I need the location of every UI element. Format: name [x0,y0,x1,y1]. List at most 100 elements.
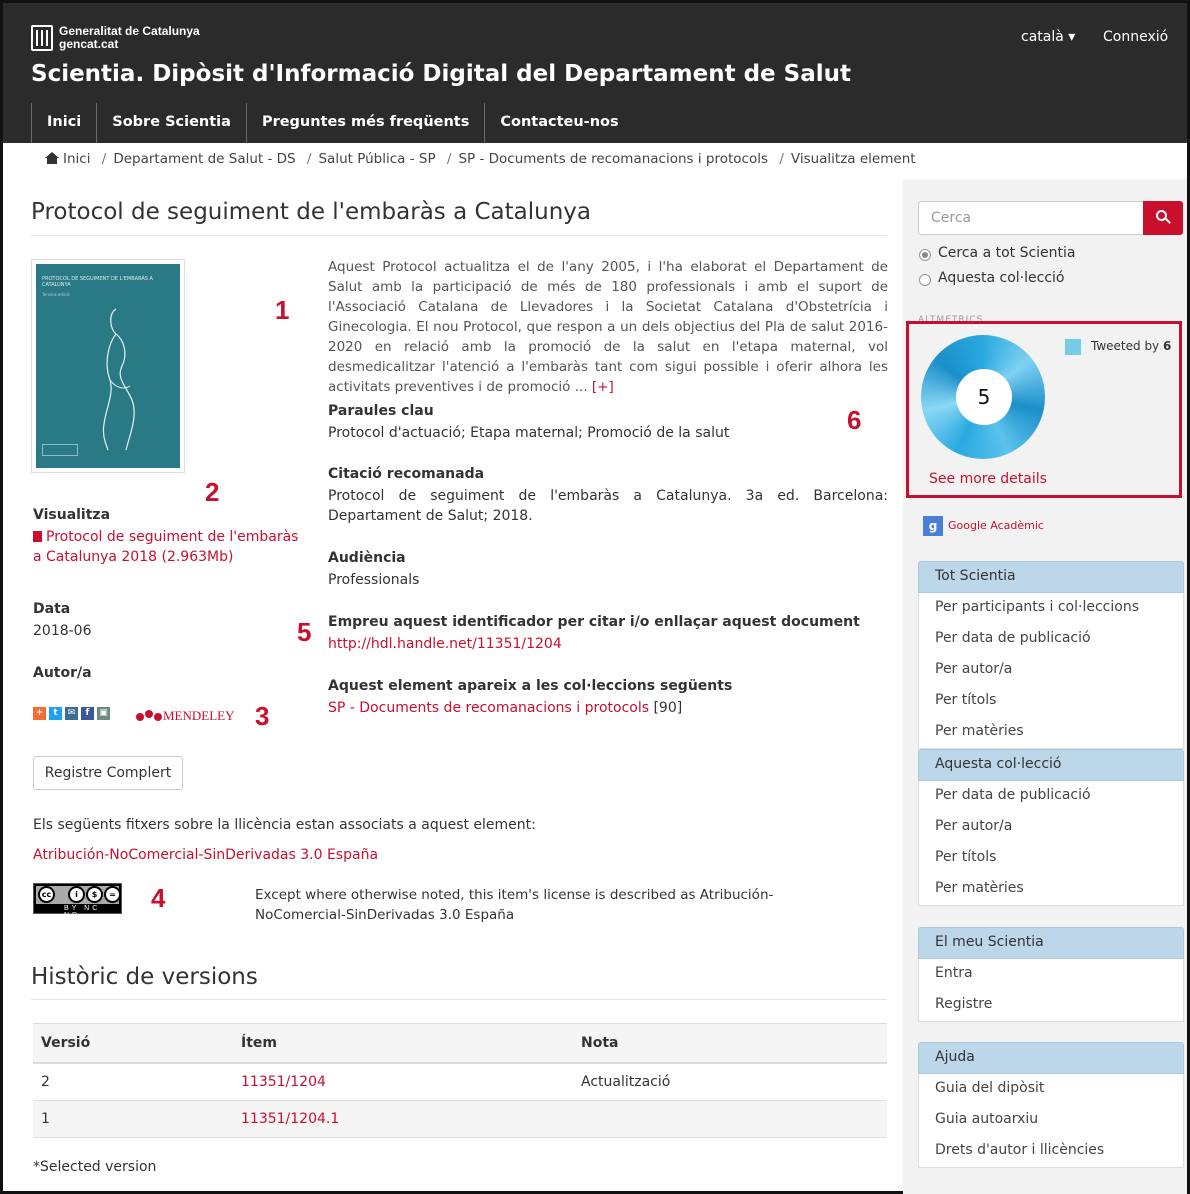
marker-3: 3 [255,701,270,731]
column-header-note: Nota [573,1023,887,1064]
language-dropdown[interactable]: català ▾ [1021,29,1075,45]
breadcrumb-current: Visualitza element [790,151,916,167]
abstract: Aquest Protocol actualitza el de l'any 2… [328,257,888,397]
panel-item-participants[interactable]: Per participants i col·leccions [918,593,1184,625]
panel-item-register[interactable]: Registre [918,990,1184,1022]
search-input[interactable]: Cerca [918,201,1144,235]
nav-contact[interactable]: Contacteu-nos [484,103,633,143]
license-note-line2: NoComercial-SinDerivadas 3.0 España [255,907,515,923]
license-link[interactable]: Atribución-NoComercial-SinDerivadas 3.0 … [33,845,378,865]
row-item-link[interactable]: 11351/1204.1 [233,1100,573,1138]
breadcrumb-public-health[interactable]: Salut Pública - SP [318,151,435,167]
collection-link[interactable]: SP - Documents de recomanacions i protoc… [328,700,649,716]
marker-2: 2 [205,477,220,507]
keywords-value: Protocol d'actuació; Etapa maternal; Pro… [328,425,730,441]
see-more-details-link[interactable]: See more details [929,471,1047,487]
cover-image: PROTOCOL DE SEGUIMENT DE L'EMBARÀS A CAT… [36,264,180,468]
column-header-item: Ítem [233,1023,573,1064]
panel-item-author[interactable]: Per autor/a [918,655,1184,687]
panel-item-repo-guide[interactable]: Guia del dipòsit [918,1074,1184,1106]
page-title: Protocol de seguiment de l'embaràs a Cat… [31,199,592,225]
twitter-icon[interactable]: t [49,707,62,720]
keywords-label: Paraules clau [328,403,434,419]
versions-table: Versió Ítem Nota 2 11351/1204 Actualitza… [33,1023,887,1138]
file-link-line2: a Catalunya 2018 (2.963Mb) [33,549,234,565]
breadcrumb: Inici / Departament de Salut - DS / Salut … [45,151,916,167]
panel-item-collection-author[interactable]: Per autor/a [918,812,1184,844]
org-name-line2: gencat.cat [59,37,119,51]
share-plus-icon[interactable]: + [33,707,46,720]
panel-item-titles[interactable]: Per títols [918,686,1184,718]
tweeted-count: 6 [1163,339,1172,353]
panel-item-collection-date[interactable]: Per data de publicació [918,781,1184,813]
panel-item-collection-titles[interactable]: Per títols [918,843,1184,875]
facebook-icon[interactable]: f [81,707,94,720]
collection-entry: SP - Documents de recomanacions i protoc… [328,698,682,718]
scope-collection-radio[interactable] [919,274,931,286]
marker-5: 5 [297,617,312,647]
license-intro: Els següents fitxers sobre la llicència … [33,817,536,833]
table-row: 2 11351/1204 Actualització [33,1063,887,1101]
panel-item-subjects[interactable]: Per matèries [918,717,1184,749]
breadcrumb-home[interactable]: Inici [63,151,90,167]
item-link[interactable]: 11351/1204 [241,1074,326,1090]
login-link[interactable]: Connexió [1103,29,1168,45]
print-icon[interactable]: ▣ [97,707,110,720]
versions-divider [31,999,887,1000]
cover-title: PROTOCOL DE SEGUIMENT DE L'EMBARÀS A CAT… [42,276,153,288]
date-label: Data [33,601,71,617]
nav-about[interactable]: Sobre Scientia [96,103,246,143]
marker-4: 4 [151,883,166,913]
handle-link[interactable]: http://hdl.handle.net/11351/1204 [328,634,562,654]
mendeley-button[interactable]: MENDELEY [135,707,235,724]
row-note [573,1100,887,1138]
abstract-more-link[interactable]: [+] [592,379,614,395]
title-divider [31,235,887,236]
breadcrumb-collection[interactable]: SP - Documents de recomanacions i protoc… [458,151,768,167]
breadcrumb-department[interactable]: Departament de Salut - DS [113,151,295,167]
panel-item-collection-subjects[interactable]: Per matèries [918,874,1184,906]
site-title[interactable]: Scientia. Dipòsit d'Informació Digital d… [31,61,851,87]
collection-count: [90] [653,700,683,716]
author-label: Autor/a [33,665,92,681]
panel-item-self-archive-guide[interactable]: Guia autoarxiu [918,1105,1184,1137]
google-scholar-link[interactable]: Google Acadèmic [948,519,1044,532]
panel-item-date[interactable]: Per data de publicació [918,624,1184,656]
marker-6: 6 [847,405,862,435]
item-link[interactable]: 11351/1204.1 [241,1111,339,1127]
twitter-swatch [1065,339,1081,355]
google-scholar-icon[interactable]: g [923,516,943,536]
cover-figure-icon [102,308,135,451]
panel-tot-scientia-header: Tot Scientia [918,561,1184,593]
audience-value: Professionals [328,572,420,588]
row-item-link[interactable]: 11351/1204 [233,1063,573,1101]
panel-my-scientia-header: El meu Scientia [918,927,1184,959]
row-version: 1 [33,1100,233,1138]
versions-footnote: *Selected version [33,1159,157,1175]
panel-item-copyright[interactable]: Drets d'autor i llicències [918,1136,1184,1168]
home-icon[interactable] [45,152,59,164]
generalitat-logo-icon[interactable] [31,25,53,51]
panel-help-header: Ajuda [918,1042,1184,1074]
panel-item-login[interactable]: Entra [918,959,1184,991]
site-header: Generalitat de Catalunya gencat.cat Scie… [3,3,1187,143]
email-icon[interactable]: ✉ [65,707,78,720]
document-thumbnail[interactable]: PROTOCOL DE SEGUIMENT DE L'EMBARÀS A CAT… [31,259,185,473]
tweeted-by-label: Tweeted by [1091,339,1160,353]
cc-license-badge[interactable]: cc i $ = BY NC ND [33,883,122,919]
file-link-line1: Protocol de seguiment de l'embaràs [46,529,299,545]
abstract-text: Aquest Protocol actualitza el de l'any 2… [328,259,888,395]
nav-home[interactable]: Inici [31,103,96,143]
panel-collection-header: Aquesta col·lecció [918,749,1184,781]
full-record-button[interactable]: Registre Complert [33,756,183,790]
org-name[interactable]: Generalitat de Catalunya gencat.cat [59,25,200,51]
license-note: Except where otherwise noted, this item'… [255,885,773,925]
row-version: 2 [33,1063,233,1101]
scope-all-label: Cerca a tot Scientia [938,245,1076,261]
license-note-line1: Except where otherwise noted, this item'… [255,887,774,903]
search-button[interactable] [1143,201,1183,235]
file-download-link[interactable]: Protocol de seguiment de l'embaràs a Cat… [33,527,298,567]
file-icon [33,531,42,542]
nav-faq[interactable]: Preguntes més freqüents [245,103,484,143]
scope-all-radio[interactable] [919,249,931,261]
